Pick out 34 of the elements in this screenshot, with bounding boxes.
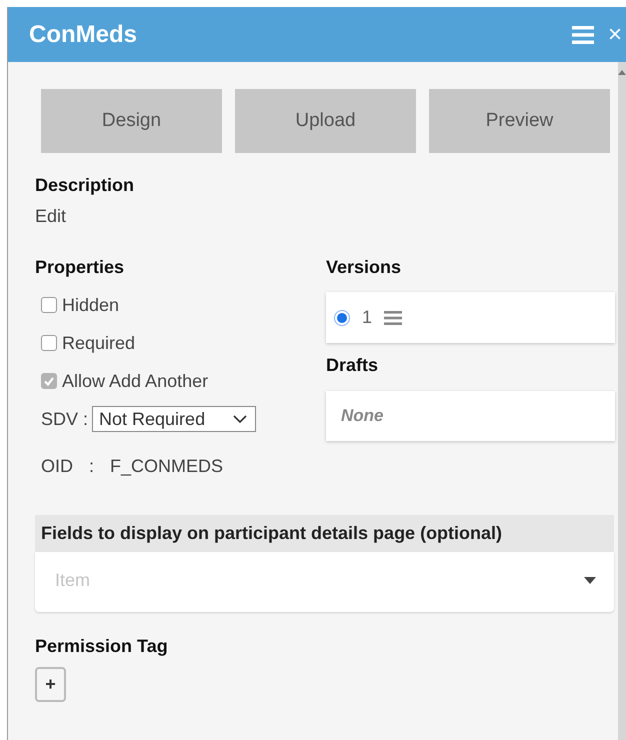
- oid-value: F_CONMEDS: [110, 456, 224, 477]
- scroll-up-icon[interactable]: [618, 70, 626, 75]
- tab-button[interactable]: Preview: [429, 89, 610, 153]
- checkbox[interactable]: [41, 297, 57, 313]
- window-title: ConMeds: [29, 20, 138, 48]
- section-heading: Permission Tag: [35, 636, 169, 657]
- close-button[interactable]: ×: [608, 22, 626, 46]
- menu-icon[interactable]: [572, 26, 594, 44]
- radio-button[interactable]: [334, 310, 350, 326]
- sdv-label: SDV :: [41, 408, 88, 430]
- checkbox-label: Hidden: [62, 294, 120, 316]
- oid-separator: :: [89, 456, 94, 477]
- version-number: 1: [362, 307, 372, 328]
- tab-button[interactable]: Design: [41, 89, 222, 153]
- checkbox[interactable]: [41, 373, 57, 389]
- caret-down-icon[interactable]: [584, 576, 596, 584]
- checkbox-label: Allow Add Another: [62, 370, 208, 392]
- checkmark-icon: [43, 375, 55, 387]
- drafts-empty-text: None: [341, 406, 384, 426]
- section-heading: Description: [35, 175, 136, 196]
- section-heading: Properties: [35, 257, 126, 278]
- add-button[interactable]: +: [35, 667, 66, 702]
- sdv-dropdown[interactable]: Not Required: [92, 406, 256, 432]
- section-heading: Drafts: [326, 355, 380, 376]
- fields-header: Fields to display on participant details page (optional): [35, 515, 614, 552]
- list-icon[interactable]: [384, 310, 402, 324]
- section-heading: Versions: [326, 257, 402, 278]
- scrollbar[interactable]: [618, 62, 626, 740]
- oid-label: OID: [41, 456, 74, 477]
- checkbox-label: Required: [62, 332, 136, 354]
- chevron-down-icon[interactable]: [233, 414, 248, 424]
- description-text: Edit: [35, 206, 68, 227]
- tab-button[interactable]: Upload: [235, 89, 416, 153]
- checkbox[interactable]: [41, 335, 57, 351]
